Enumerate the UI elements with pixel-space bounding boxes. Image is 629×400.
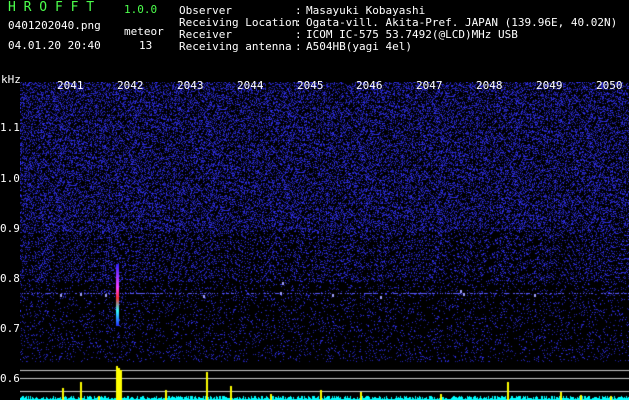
antenna-label: Receiving antenna [179, 40, 292, 53]
x-tick-label: 2041 [57, 79, 84, 92]
y-tick-label: 0.7 [0, 322, 20, 335]
x-tick-label: 2049 [536, 79, 563, 92]
y-tick-label: 0.9 [0, 222, 20, 235]
x-tick-label: 2046 [356, 79, 383, 92]
file-name: 0401202040.png [8, 19, 101, 32]
x-tick-label: 2043 [177, 79, 204, 92]
spectrogram-canvas [20, 82, 629, 400]
x-tick-label: 2042 [117, 79, 144, 92]
meteor-label: meteor [124, 25, 164, 38]
y-tick-label: 1.1 [0, 121, 20, 134]
antenna-value: A504HB(yagi 4el) [306, 40, 412, 53]
x-tick-label: 2045 [297, 79, 324, 92]
app-version: 1.0.0 [124, 3, 158, 16]
date-time: 04.01.20 20:40 [8, 39, 101, 52]
antenna-sep: : [295, 40, 302, 53]
y-axis-unit: kHz [1, 73, 21, 86]
x-tick-label: 2044 [237, 79, 264, 92]
app-title: H R O F F T [8, 0, 95, 15]
x-tick-label: 2050 [596, 79, 623, 92]
meteor-count: 13 [139, 39, 153, 52]
y-tick-label: 1.0 [0, 172, 20, 185]
y-tick-label: 0.6 [0, 372, 20, 385]
y-tick-label: 0.8 [0, 272, 20, 285]
x-tick-label: 2048 [476, 79, 503, 92]
x-tick-label: 2047 [416, 79, 443, 92]
